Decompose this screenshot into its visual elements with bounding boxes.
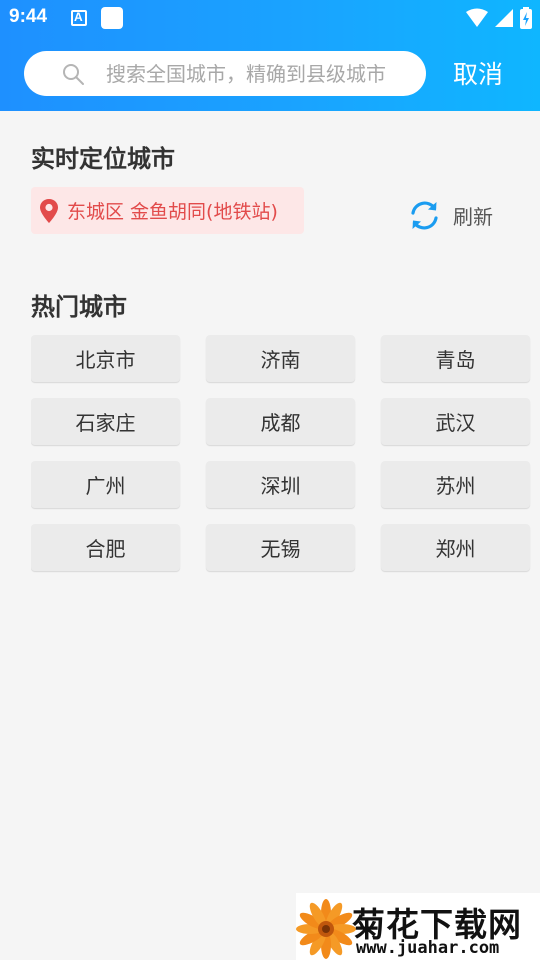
city-button[interactable]: 北京市 — [31, 335, 180, 382]
status-time: 9:44 — [9, 6, 48, 27]
hot-cities-title: 热门城市 — [31, 293, 127, 321]
search-box[interactable] — [24, 51, 426, 96]
current-location-text: 东城区 金鱼胡同(地铁站) — [67, 201, 278, 223]
city-button[interactable]: 无锡 — [206, 524, 355, 571]
refresh-icon — [411, 201, 438, 230]
city-button[interactable]: 石家庄 — [31, 398, 180, 445]
wifi-icon — [466, 8, 488, 27]
signal-icon — [495, 9, 513, 27]
battery-icon — [520, 7, 532, 29]
a-icon: A — [71, 10, 87, 26]
city-button[interactable]: 深圳 — [206, 461, 355, 508]
current-location-chip[interactable]: 东城区 金鱼胡同(地铁站) — [31, 187, 304, 234]
city-button[interactable]: 合肥 — [31, 524, 180, 571]
flower-logo-icon — [296, 899, 356, 959]
city-button[interactable]: 成都 — [206, 398, 355, 445]
city-button[interactable]: 苏州 — [381, 461, 530, 508]
city-button[interactable]: 青岛 — [381, 335, 530, 382]
header: 9:44 A 取消 — [0, 0, 540, 111]
city-button[interactable]: 武汉 — [381, 398, 530, 445]
refresh-label: 刷新 — [453, 205, 493, 229]
cancel-button[interactable]: 取消 — [453, 55, 503, 91]
city-button[interactable]: 广州 — [31, 461, 180, 508]
app-square-icon — [101, 7, 123, 29]
search-input[interactable] — [106, 59, 418, 89]
watermark: 菊花下载网 www.juahar.com — [296, 893, 540, 960]
status-icons — [466, 7, 532, 29]
city-button[interactable]: 济南 — [206, 335, 355, 382]
hot-city-grid: 北京市 济南 青岛 石家庄 成都 武汉 广州 深圳 苏州 合肥 无锡 郑州 — [31, 335, 540, 575]
refresh-button[interactable]: 刷新 — [408, 199, 493, 232]
location-section-title: 实时定位城市 — [31, 145, 175, 173]
location-pin-icon — [40, 198, 58, 223]
search-icon — [63, 64, 84, 85]
status-bar: 9:44 A — [0, 0, 540, 36]
watermark-url: www.juahar.com — [356, 938, 500, 958]
city-button[interactable]: 郑州 — [381, 524, 530, 571]
